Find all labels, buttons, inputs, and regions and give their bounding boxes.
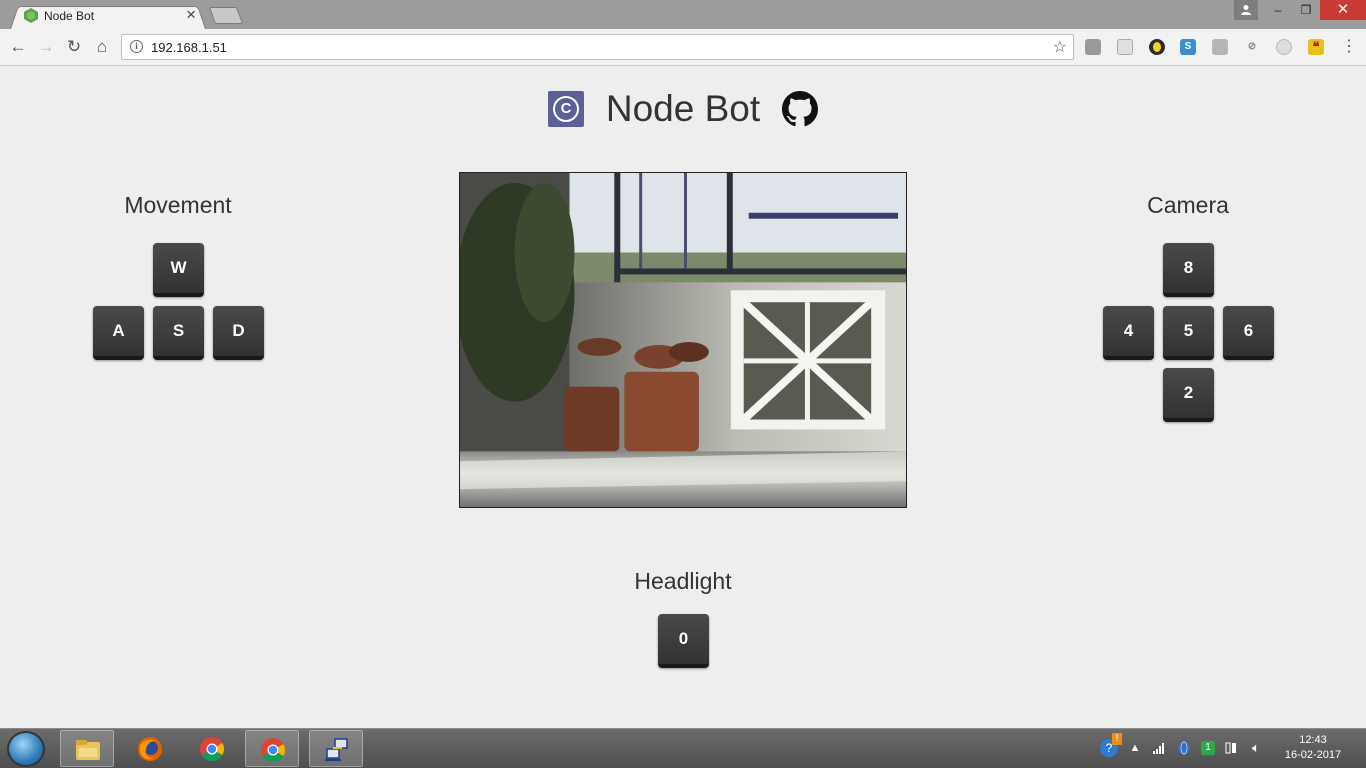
minimize-button[interactable]: – xyxy=(1264,0,1292,20)
s-icon[interactable]: S xyxy=(1180,39,1196,55)
chrome-icon xyxy=(261,738,286,763)
address-bar[interactable]: i 192.168.1.51 ☆ xyxy=(121,34,1074,60)
tab-node-bot[interactable]: Node Bot × xyxy=(10,4,206,30)
battery-icon[interactable] xyxy=(1224,741,1238,755)
home-icon[interactable]: ⌂ xyxy=(91,36,113,58)
tab-close-icon[interactable]: × xyxy=(186,6,196,24)
profile-icon[interactable] xyxy=(1234,0,1258,20)
tab-title: Node Bot xyxy=(44,9,95,23)
tray-expand-icon[interactable]: ▲ xyxy=(1128,741,1142,755)
logo-icon: C xyxy=(548,91,584,127)
key-w-button[interactable]: W xyxy=(153,243,204,297)
menu-icon[interactable]: ⋮ xyxy=(1341,37,1357,57)
github-icon[interactable] xyxy=(782,91,818,127)
nodejs-favicon-icon xyxy=(24,8,38,23)
forward-arrow-icon[interactable]: → xyxy=(35,36,57,58)
extension-icon[interactable] xyxy=(1085,39,1101,55)
key-d-button[interactable]: D xyxy=(213,306,264,360)
user-icon xyxy=(1241,5,1251,15)
bookmark-star-icon[interactable]: ☆ xyxy=(1053,37,1067,57)
extension-icon[interactable] xyxy=(1149,39,1165,55)
camera-key-2-button[interactable]: 2 xyxy=(1163,368,1214,422)
start-button[interactable] xyxy=(7,731,45,767)
quote-icon[interactable]: ❝ xyxy=(1308,39,1324,55)
tab-background xyxy=(10,6,206,30)
headlight-key-0-button[interactable]: 0 xyxy=(658,614,709,668)
info-icon[interactable]: i xyxy=(130,40,143,53)
new-tab-button[interactable] xyxy=(208,4,244,29)
logo-letter: C xyxy=(553,96,579,122)
extension-icon[interactable] xyxy=(1276,39,1292,55)
windows-taskbar: ? ! ▲ 1 🔈︎ 12:43 16-02-2017 xyxy=(0,728,1366,768)
warning-badge-icon: ! xyxy=(1112,733,1122,745)
reload-icon[interactable]: ↻ xyxy=(63,36,85,58)
back-arrow-icon[interactable]: ← xyxy=(7,36,29,58)
firefox-icon xyxy=(138,737,162,761)
taskbar-network-app[interactable] xyxy=(309,730,363,767)
headlight-title: Headlight xyxy=(634,568,732,594)
network-app-icon xyxy=(325,738,348,761)
extension-icon[interactable]: ⊘ xyxy=(1244,39,1260,55)
url-text[interactable]: 192.168.1.51 xyxy=(151,40,227,55)
volume-icon[interactable]: 🔈︎ xyxy=(1249,741,1263,755)
camera-video-feed xyxy=(459,172,907,508)
taskbar-chrome[interactable] xyxy=(185,730,239,767)
camera-key-6-button[interactable]: 6 xyxy=(1223,306,1274,360)
extension-icon[interactable] xyxy=(1212,39,1228,55)
browser-toolbar: ← → ↻ ⌂ i 192.168.1.51 ☆ S ⊘ ❝ ⋮ xyxy=(0,29,1366,66)
taskbar-file-explorer[interactable] xyxy=(60,730,114,767)
key-s-button[interactable]: S xyxy=(153,306,204,360)
page-title: Node Bot xyxy=(605,88,761,129)
camera-key-5-button[interactable]: 5 xyxy=(1163,306,1214,360)
page-content: C Node Bot Movement W A S D Camera 8 4 5… xyxy=(0,67,1366,728)
taskbar-firefox[interactable] xyxy=(123,730,177,767)
network-globe-icon[interactable] xyxy=(1177,741,1191,755)
camera-key-8-button[interactable]: 8 xyxy=(1163,243,1214,297)
green-app-icon[interactable]: 1 xyxy=(1201,741,1215,755)
new-tab-shape xyxy=(208,7,244,24)
chrome-icon xyxy=(199,737,225,762)
camera-title: Camera xyxy=(1147,192,1229,218)
clock-date: 16-02-2017 xyxy=(1284,749,1342,761)
camera-key-4-button[interactable]: 4 xyxy=(1103,306,1154,360)
browser-titlebar: Node Bot × – ❐ ✕ xyxy=(0,0,1366,30)
extension-icon[interactable] xyxy=(1117,39,1133,55)
file-explorer-icon xyxy=(76,740,100,760)
maximize-button[interactable]: ❐ xyxy=(1292,0,1320,20)
close-window-button[interactable]: ✕ xyxy=(1320,0,1366,20)
signal-icon[interactable] xyxy=(1152,741,1166,755)
movement-title: Movement xyxy=(124,192,232,218)
system-clock[interactable]: 12:43 16-02-2017 xyxy=(1278,733,1348,763)
key-a-button[interactable]: A xyxy=(93,306,144,360)
clock-time: 12:43 xyxy=(1299,734,1327,746)
taskbar-chrome-active[interactable] xyxy=(245,730,299,767)
